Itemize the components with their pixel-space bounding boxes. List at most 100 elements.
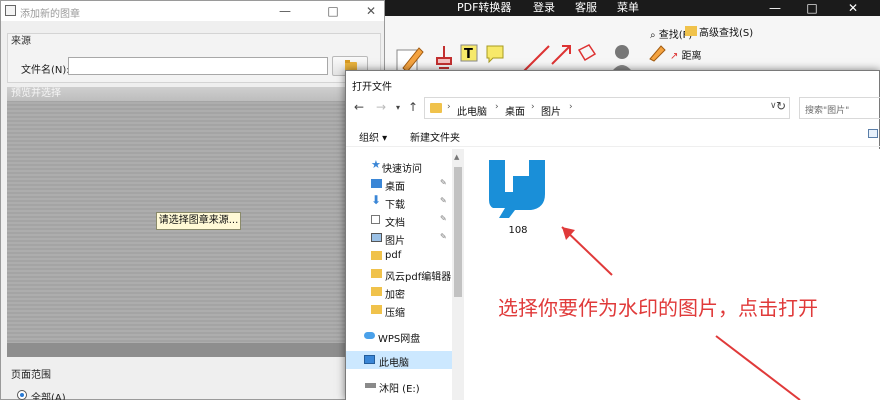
new-folder-button[interactable]: 新建文件夹 [410,129,460,144]
pin-icon: ✎ [440,214,447,223]
file-name-input[interactable] [68,57,328,75]
folder-search-icon [685,26,697,36]
folder-icon [371,305,382,314]
nav-item-drive-e[interactable]: 沐阳 (E:) [346,377,452,395]
desktop-icon [371,179,382,188]
search-input[interactable]: 搜索"图片" [799,97,880,119]
up-arrow-icon[interactable]: ↑ [408,100,418,114]
menu-main[interactable]: 菜单 [617,0,639,16]
nav-item-label: 快速访问 [382,164,422,175]
nav-item-downloads[interactable]: ⬇ 下载 ✎ [346,193,452,211]
breadcrumb-pictures[interactable]: 图片 [541,103,561,118]
page-range-label: 页面范围 [11,370,51,381]
source-label: 来源 [11,36,31,47]
history-dropdown-icon[interactable]: ▾ [396,103,400,112]
nav-item-pictures[interactable]: 图片 ✎ [346,229,452,247]
nav-scrollbar[interactable]: ▲ [452,149,464,400]
add-stamp-dialog: 添加新的图章 — □ ✕ 来源 文件名(N): 预览并选择 请选择图章来源...… [0,0,385,400]
pin-icon: ✎ [440,178,447,187]
file-name-label: 文件名(N): [21,65,70,76]
menu-login[interactable]: 登录 [533,0,555,16]
stamp-dialog-title: 添加新的图章 [20,9,80,20]
pin-icon: ✎ [440,196,447,205]
document-icon [371,215,380,224]
file-item[interactable]: 108 [483,148,553,236]
nav-item-label: 此电脑 [379,358,409,369]
all-pages-label: 全部(A) [31,393,66,400]
drive-icon [365,383,376,388]
breadcrumb-this-pc[interactable]: 此电脑 [457,103,487,118]
pdf-menubar: PDF转换器 登录 客服 菜单 [385,0,765,16]
maximize-button[interactable]: □ [319,1,347,21]
distance-button[interactable]: ↗ 距离 [670,47,702,62]
file-name: 108 [508,225,528,236]
pdf-maximize-button[interactable]: □ [797,0,827,16]
nav-item-documents[interactable]: 文档 ✎ [346,211,452,229]
organize-button[interactable]: 组织 ▾ [359,129,387,144]
back-arrow-icon[interactable]: ← [354,100,364,114]
forward-arrow-icon[interactable]: → [376,100,386,114]
view-options-icon[interactable] [868,129,878,138]
nav-item-label: 风云pdf编辑器 [385,272,452,283]
nav-item-desktop[interactable]: 桌面 ✎ [346,175,452,193]
navigation-pane: ★ 快速访问 桌面 ✎ ⬇ 下载 ✎ 文档 ✎ 图片 ✎ pdf 风云pdf编辑器 加密 压… [346,149,464,400]
nav-item-fengyun[interactable]: 风云pdf编辑器 [346,265,452,283]
pdf-toolbar-right: 高级查找(S) [685,16,880,75]
highlighter-icon[interactable] [647,42,667,62]
distance-icon: ↗ [670,51,682,62]
nav-item-wps-cloud[interactable]: WPS网盘 [346,327,452,345]
address-bar[interactable]: › 此电脑 › 桌面 › 图片 › [424,97,790,119]
select-stamp-source-button[interactable]: 请选择图章来源... [156,212,241,230]
advanced-find-text: 高级查找(S) [699,28,754,39]
folder-icon [371,269,382,278]
nav-item-pdf[interactable]: pdf [346,247,452,265]
advanced-find-label[interactable]: 高级查找(S) [685,24,753,39]
folder-icon [430,103,442,113]
cloud-icon [364,332,375,339]
minimize-button[interactable]: — [271,1,299,21]
nav-item-compress[interactable]: 压缩 [346,301,452,319]
preview-label: 预览并选择 [11,88,61,99]
svg-text:T: T [464,47,473,62]
pdf-window-controls: — □ ✕ 高级查找(S) [685,0,880,75]
refresh-icon[interactable]: ↻ [776,99,786,113]
open-file-dialog: 打开文件 ← → ▾ ↑ › 此电脑 › 桌面 › 图片 › ∨ ↻ 搜索"图片… [345,70,880,400]
chevron-right-icon: › [447,102,451,112]
scroll-up-icon[interactable]: ▲ [454,153,459,161]
pin-icon: ✎ [440,232,447,241]
breadcrumb-desktop[interactable]: 桌面 [505,103,525,118]
nav-item-label: 压缩 [385,308,405,319]
nav-item-label: 沐阳 (E:) [379,384,420,395]
nav-item-label: 下载 [385,200,405,211]
nav-item-label: 文档 [385,218,405,229]
pdf-minimize-button[interactable]: — [760,0,790,16]
scroll-thumb[interactable] [454,167,462,297]
nav-item-label: WPS网盘 [378,334,421,345]
file-thumbnail [483,148,553,224]
computer-icon [364,355,375,364]
pictures-icon [371,233,382,242]
nav-item-this-pc[interactable]: 此电脑 [346,351,452,369]
open-dialog-title: 打开文件 [352,82,392,93]
folder-icon [371,251,382,260]
nav-item-label: 桌面 [385,182,405,193]
chevron-right-icon: › [495,102,499,112]
distance-label: 距离 [681,51,702,62]
nav-item-label: pdf [385,250,402,261]
find-icon: ⌕ [650,30,659,41]
nav-item-encrypt[interactable]: 加密 [346,283,452,301]
instruction-text: 选择你要作为水印的图片，点击打开 [498,296,818,320]
star-icon: ★ [371,158,381,171]
chevron-right-icon: › [569,102,573,112]
nav-item-quick-access[interactable]: ★ 快速访问 [346,157,452,175]
stamp-dialog-titlebar: 添加新的图章 — □ ✕ [1,1,384,21]
app-icon [5,5,16,16]
all-pages-radio[interactable] [17,390,27,400]
pdf-close-button[interactable]: ✕ [838,0,868,16]
chevron-right-icon: › [531,102,535,112]
close-button[interactable]: ✕ [357,1,385,21]
nav-item-label: 加密 [385,290,405,301]
menu-pdf-converter[interactable]: PDF转换器 [457,0,511,16]
download-icon: ⬇ [371,193,382,207]
menu-service[interactable]: 客服 [575,0,597,16]
